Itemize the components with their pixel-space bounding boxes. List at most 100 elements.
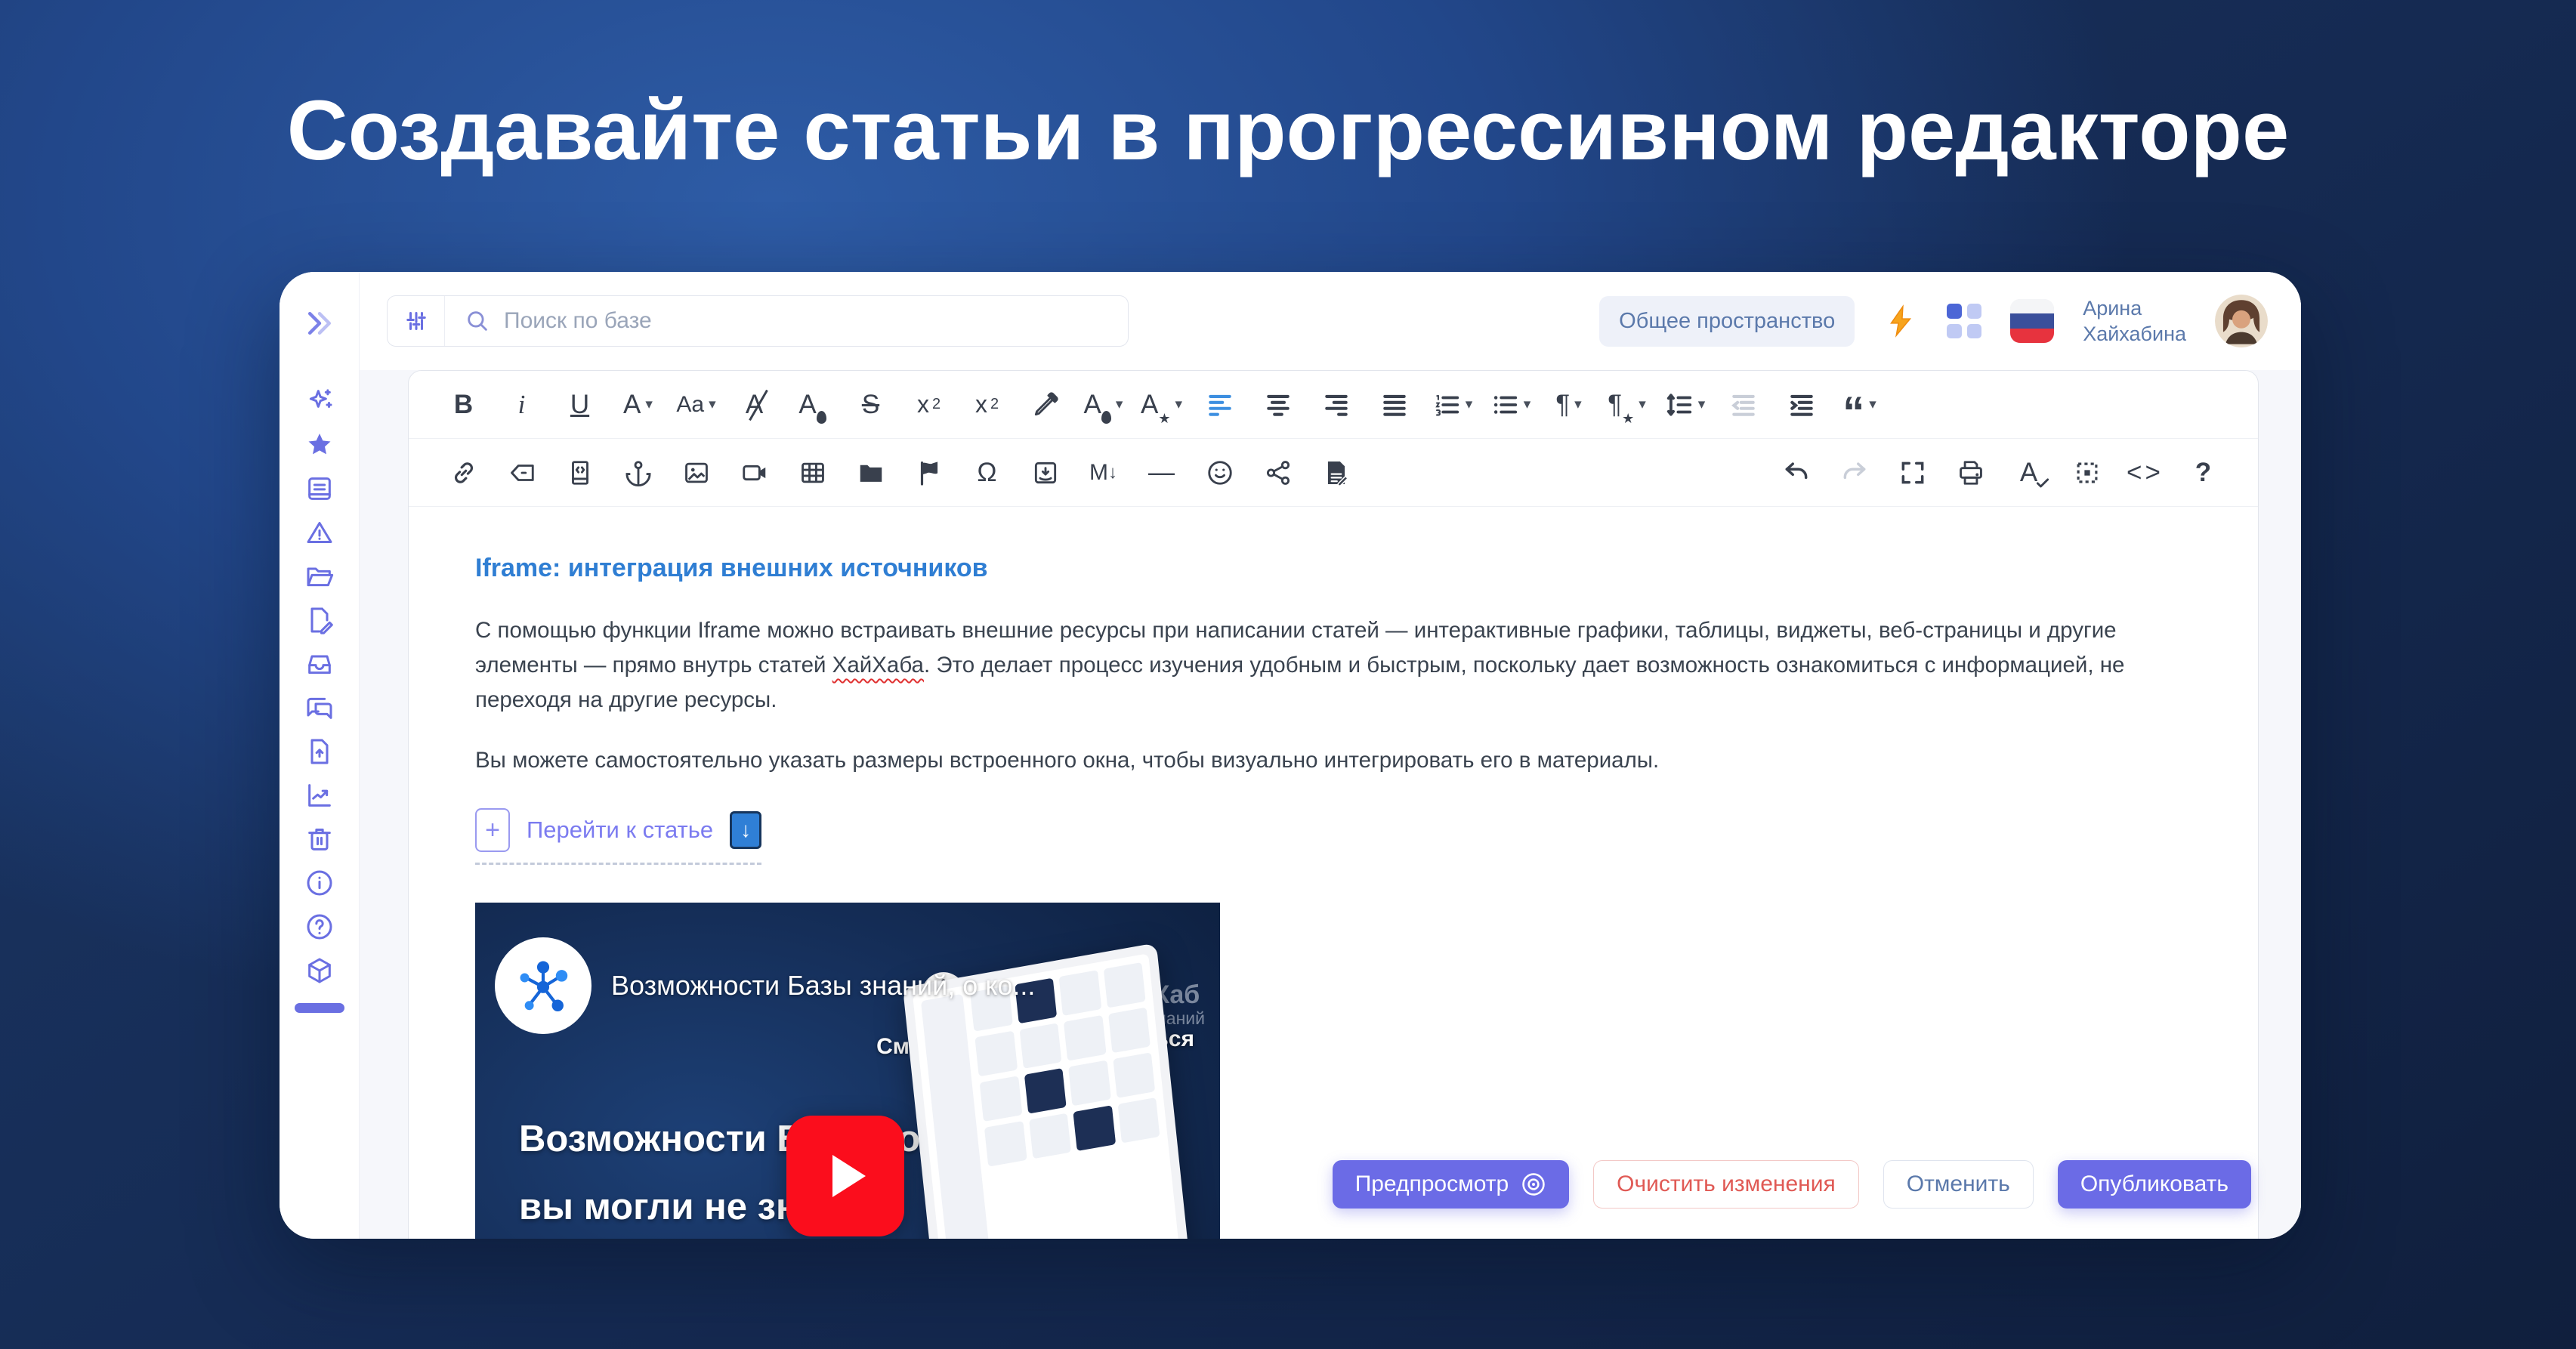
- avatar[interactable]: [2215, 295, 2268, 347]
- select-all-button[interactable]: [2058, 449, 2116, 496]
- indent-button[interactable]: [1772, 381, 1830, 428]
- special-char-button[interactable]: Ω: [958, 449, 1016, 496]
- clear-changes-button[interactable]: Очистить изменения: [1593, 1160, 1859, 1209]
- insert-image-button[interactable]: [667, 449, 725, 496]
- emoji-button[interactable]: [1191, 449, 1249, 496]
- font-size-button[interactable]: Aa▾: [667, 381, 725, 428]
- lightning-icon[interactable]: [1883, 304, 1918, 338]
- cancel-button[interactable]: Отменить: [1883, 1160, 2034, 1209]
- clear-format-button[interactable]: A: [725, 381, 783, 428]
- apps-grid-icon[interactable]: [1947, 304, 1981, 338]
- video-title[interactable]: Возможности Базы знаний, о ко...: [611, 970, 1035, 1002]
- channel-logo[interactable]: [495, 937, 591, 1034]
- article-link[interactable]: Перейти к статье: [527, 816, 713, 844]
- sidebar-item-help[interactable]: [304, 912, 335, 942]
- align-left-button[interactable]: [1191, 381, 1249, 428]
- redo-button[interactable]: [1825, 449, 1883, 496]
- sidebar-item-trash[interactable]: [304, 824, 335, 854]
- search-input[interactable]: [504, 308, 1108, 334]
- article-content[interactable]: Iframe: интеграция внешних источников С …: [409, 507, 2258, 1239]
- user-name[interactable]: Арина Хайхабина: [2083, 295, 2186, 347]
- insert-flag-button[interactable]: [900, 449, 958, 496]
- space-selector[interactable]: Общее пространство: [1599, 296, 1855, 347]
- fullscreen-button[interactable]: [1883, 449, 1941, 496]
- print-button[interactable]: [1941, 449, 2000, 496]
- bg-color-button[interactable]: A▾: [1074, 381, 1132, 428]
- code-view-button[interactable]: <>: [2116, 449, 2174, 496]
- sliders-icon: [403, 307, 430, 335]
- outdent-button[interactable]: [1714, 381, 1772, 428]
- search-filters-button[interactable]: [388, 296, 445, 346]
- sidebar-item-inbox[interactable]: [304, 649, 335, 679]
- help-button[interactable]: ?: [2174, 449, 2232, 496]
- star-icon: ★: [1158, 411, 1170, 427]
- youtube-embed[interactable]: Возможности Базы знаний, о ко... ХайХаб …: [475, 903, 1220, 1239]
- line-height-button[interactable]: ▾: [1656, 381, 1714, 428]
- insert-link-button[interactable]: [434, 449, 493, 496]
- sidebar-item-import[interactable]: [304, 736, 335, 767]
- tag-icon: [508, 458, 536, 487]
- align-right-button[interactable]: [1307, 381, 1365, 428]
- sidebar-item-favorites[interactable]: [304, 430, 335, 460]
- insert-video-button[interactable]: [725, 449, 783, 496]
- sidebar-item-folders[interactable]: [304, 561, 335, 591]
- redo-icon: [1840, 458, 1869, 487]
- markdown-button[interactable]: M↓: [1074, 449, 1132, 496]
- blockquote-button[interactable]: “▾: [1830, 381, 1889, 428]
- insert-table-button[interactable]: [783, 449, 842, 496]
- sidebar-item-comments[interactable]: [304, 693, 335, 723]
- download-arrow-icon[interactable]: ↓: [730, 811, 761, 849]
- highlighter-button[interactable]: [1016, 381, 1074, 428]
- justify-button[interactable]: [1365, 381, 1423, 428]
- horizontal-rule-button[interactable]: —: [1132, 449, 1191, 496]
- app-window: Общее пространство Арина Хайхабина: [280, 272, 2301, 1239]
- doc-template-button[interactable]: [1307, 449, 1365, 496]
- insert-tag-button[interactable]: [493, 449, 551, 496]
- superscript-button[interactable]: x2: [958, 381, 1016, 428]
- bold-button[interactable]: B: [434, 381, 493, 428]
- strikethrough-button[interactable]: S: [842, 381, 900, 428]
- share-button[interactable]: [1249, 449, 1307, 496]
- select-all-icon: [2073, 458, 2102, 487]
- expand-plus-icon[interactable]: +: [475, 808, 510, 852]
- share-nodes-icon: [1264, 458, 1293, 487]
- sidebar-item-info[interactable]: [304, 868, 335, 898]
- sidebar-item-analytics[interactable]: [304, 780, 335, 810]
- sidebar-item-drafts[interactable]: [304, 605, 335, 635]
- preview-button[interactable]: Предпросмотр: [1333, 1160, 1569, 1209]
- ordered-list-button[interactable]: ▾: [1423, 381, 1481, 428]
- search-icon: [465, 308, 490, 334]
- subscript-button[interactable]: x2: [900, 381, 958, 428]
- publish-button[interactable]: Опубликовать: [2058, 1160, 2251, 1209]
- sidebar-item-alerts[interactable]: [304, 517, 335, 548]
- undo-icon: [1782, 458, 1811, 487]
- sidebar-item-ai[interactable]: [304, 386, 335, 416]
- chevron-down-icon: ▾: [1639, 396, 1646, 413]
- youtube-play-button[interactable]: [786, 1116, 904, 1236]
- sidebar-item-articles[interactable]: [304, 474, 335, 504]
- align-center-button[interactable]: [1249, 381, 1307, 428]
- italic-button[interactable]: i: [493, 381, 551, 428]
- language-flag-ru[interactable]: [2010, 299, 2054, 343]
- sidebar-item-integrations[interactable]: [304, 955, 335, 986]
- insert-file-button[interactable]: [842, 449, 900, 496]
- paragraph-button[interactable]: ¶▾: [1540, 381, 1598, 428]
- sidebar-expand-button[interactable]: [303, 307, 336, 340]
- search-bar: [387, 295, 1129, 347]
- bullet-list-button[interactable]: ▾: [1481, 381, 1540, 428]
- insert-template-button[interactable]: [1016, 449, 1074, 496]
- chevron-down-icon: ▾: [1869, 396, 1876, 413]
- font-family-button[interactable]: A▾: [609, 381, 667, 428]
- paragraph-styles-button[interactable]: ¶★▾: [1598, 381, 1656, 428]
- article-link-chip[interactable]: + Перейти к статье ↓: [475, 808, 761, 865]
- undo-button[interactable]: [1767, 449, 1825, 496]
- insert-embed-button[interactable]: [551, 449, 609, 496]
- highlighter-icon: [1031, 390, 1060, 419]
- text-styles-button[interactable]: A★▾: [1132, 381, 1191, 428]
- underline-button[interactable]: U: [551, 381, 609, 428]
- inbox-icon: [304, 649, 335, 679]
- spellcheck-button[interactable]: A: [2000, 449, 2058, 496]
- table-icon: [798, 458, 827, 487]
- text-color-button[interactable]: A: [783, 381, 842, 428]
- insert-anchor-button[interactable]: [609, 449, 667, 496]
